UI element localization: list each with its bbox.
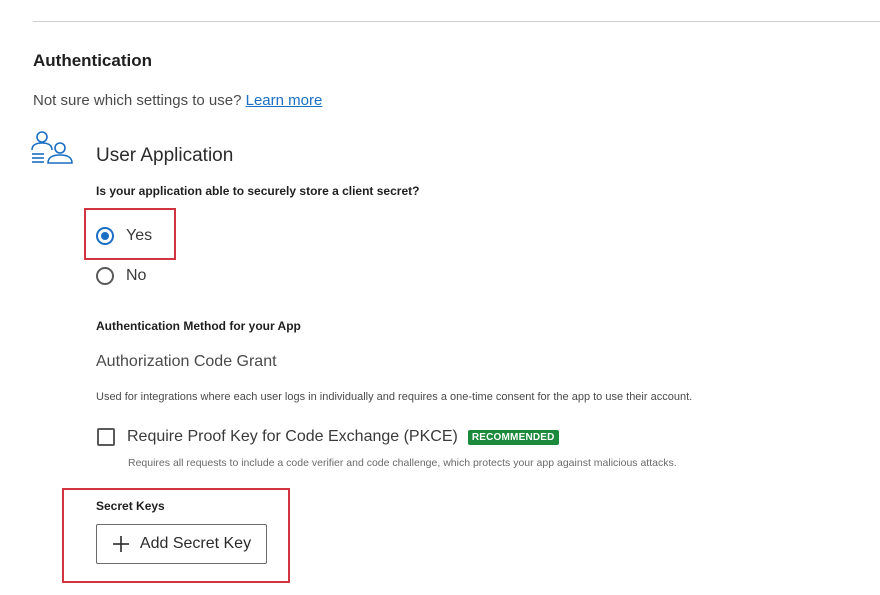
auth-method-heading: Authentication Method for your App: [96, 319, 301, 333]
section-title: Authentication: [33, 51, 152, 70]
auth-method-value: Authorization Code Grant: [96, 353, 277, 370]
helper-text-row: Not sure which settings to use? Learn mo…: [33, 92, 322, 109]
pkce-option[interactable]: Require Proof Key for Code Exchange (PKC…: [97, 428, 559, 446]
pkce-label: Require Proof Key for Code Exchange (PKC…: [127, 428, 458, 445]
client-secret-question: Is your application able to securely sto…: [96, 184, 420, 198]
top-divider: [33, 21, 880, 22]
radio-no[interactable]: [96, 267, 114, 285]
highlight-yes-box: [84, 208, 176, 260]
pkce-description: Requires all requests to include a code …: [128, 457, 677, 469]
helper-text: Not sure which settings to use?: [33, 92, 242, 109]
radio-no-option[interactable]: No: [96, 267, 146, 285]
auth-method-description: Used for integrations where each user lo…: [96, 391, 693, 403]
pkce-checkbox[interactable]: [97, 428, 115, 446]
application-type-title: User Application: [96, 145, 234, 166]
users-icon: [31, 131, 73, 164]
highlight-secret-keys-box: [62, 488, 290, 583]
recommended-badge: RECOMMENDED: [467, 429, 559, 445]
learn-more-link[interactable]: Learn more: [246, 92, 323, 109]
radio-no-label: No: [126, 267, 147, 284]
